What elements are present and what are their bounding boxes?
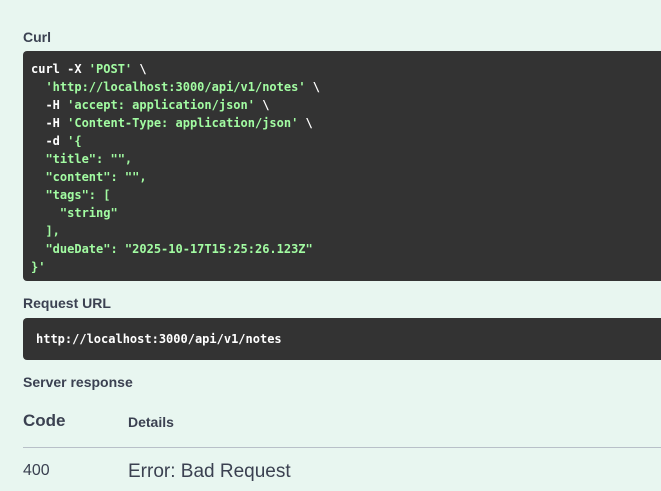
server-response-label: Server response: [23, 374, 133, 390]
request-url-value: http://localhost:3000/api/v1/notes: [36, 332, 282, 346]
curl-code-block[interactable]: curl -X 'POST' \ 'http://localhost:3000/…: [23, 51, 661, 281]
curl-line: curl -X 'POST' \: [31, 62, 147, 76]
request-url-label: Request URL: [23, 295, 111, 311]
response-table-header: Code Details: [23, 403, 661, 448]
response-code: 400: [23, 462, 50, 479]
column-header-details: Details: [128, 414, 174, 430]
curl-line: -H 'Content-Type: application/json' \: [31, 116, 313, 130]
curl-line: "content": "",: [31, 170, 147, 184]
curl-line: }': [31, 260, 46, 274]
curl-line: "string": [31, 206, 118, 220]
curl-line: -d '{: [31, 134, 82, 148]
curl-label: Curl: [23, 29, 51, 45]
column-header-code: Code: [23, 411, 66, 430]
curl-line: -H 'accept: application/json' \: [31, 98, 270, 112]
request-url-block[interactable]: http://localhost:3000/api/v1/notes: [23, 318, 661, 360]
curl-line: "title": "",: [31, 152, 133, 166]
curl-line: "dueDate": "2025-10-17T15:25:26.123Z": [31, 242, 313, 256]
curl-line: ],: [31, 224, 60, 238]
curl-line: "tags": [: [31, 188, 111, 202]
response-details: Error: Bad Request: [128, 461, 291, 482]
curl-line: 'http://localhost:3000/api/v1/notes' \: [45, 80, 320, 94]
